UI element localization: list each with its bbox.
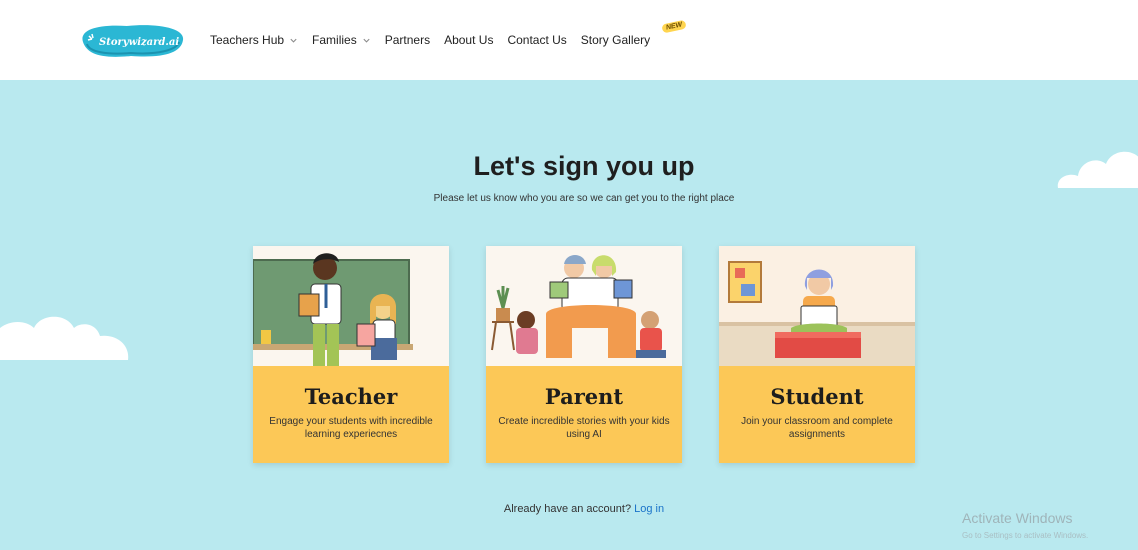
signup-section: Let's sign you up Please let us know who… [0, 80, 1138, 550]
login-prompt-text: Already have an account? [503, 503, 632, 515]
card-title: Parent [544, 384, 624, 409]
chevron-down-icon [363, 38, 370, 43]
card-panel: Student Join your classroom and complete… [719, 366, 915, 463]
page-subtitle: Please let us know who you are so we can… [433, 193, 735, 204]
parent-card[interactable]: Parent Create incredible stories with yo… [486, 246, 682, 463]
card-description: Engage your students with incredible lea… [269, 416, 433, 440]
nav-label: Story Gallery [580, 33, 651, 47]
teacher-card[interactable]: Teacher Engage your students with incred… [253, 246, 449, 463]
card-description: Create incredible stories with your kids… [498, 416, 670, 440]
nav-story-gallery[interactable]: Story Gallery [581, 33, 650, 47]
page-title: Let's sign you up [473, 151, 695, 181]
storywizard-logo[interactable]: Storywizard.ai [77, 22, 187, 60]
card-title: Student [770, 384, 864, 409]
card-description: Join your classroom and complete assignm… [741, 416, 893, 440]
logo-text: Storywizard.ai [99, 37, 179, 48]
activate-windows-subtitle: Go to Settings to activate Windows. [962, 531, 1089, 540]
card-panel: Parent Create incredible stories with yo… [486, 366, 682, 463]
nav-families[interactable]: Families [312, 33, 371, 47]
cloud-decoration [0, 316, 129, 360]
nav-label: Contact Us [507, 33, 567, 47]
teacher-illustration [253, 246, 449, 366]
nav-label: Families [312, 33, 357, 47]
new-badge: NEW [661, 19, 688, 34]
nav-partners[interactable]: Partners [385, 33, 430, 47]
nav-about-us[interactable]: About Us [444, 33, 493, 47]
nav-label: Partners [384, 33, 431, 47]
nav-teachers-hub[interactable]: Teachers Hub [210, 33, 298, 47]
student-card[interactable]: Student Join your classroom and complete… [719, 246, 915, 463]
top-header: Storywizard.ai Teachers Hub Families Par… [0, 0, 1138, 80]
parent-illustration [486, 246, 682, 366]
nav-label: Teachers Hub [210, 33, 285, 47]
activate-windows-title: Activate Windows [962, 510, 1073, 526]
chevron-down-icon [290, 38, 297, 43]
card-panel: Teacher Engage your students with incred… [253, 366, 449, 463]
nav-contact-us[interactable]: Contact Us [507, 33, 566, 47]
card-title: Teacher [304, 384, 398, 409]
login-link[interactable]: Log in [634, 503, 664, 515]
nav-label: About Us [444, 33, 494, 47]
student-illustration [719, 246, 915, 366]
main-nav: Teachers Hub Families Partners About Us … [210, 33, 664, 47]
